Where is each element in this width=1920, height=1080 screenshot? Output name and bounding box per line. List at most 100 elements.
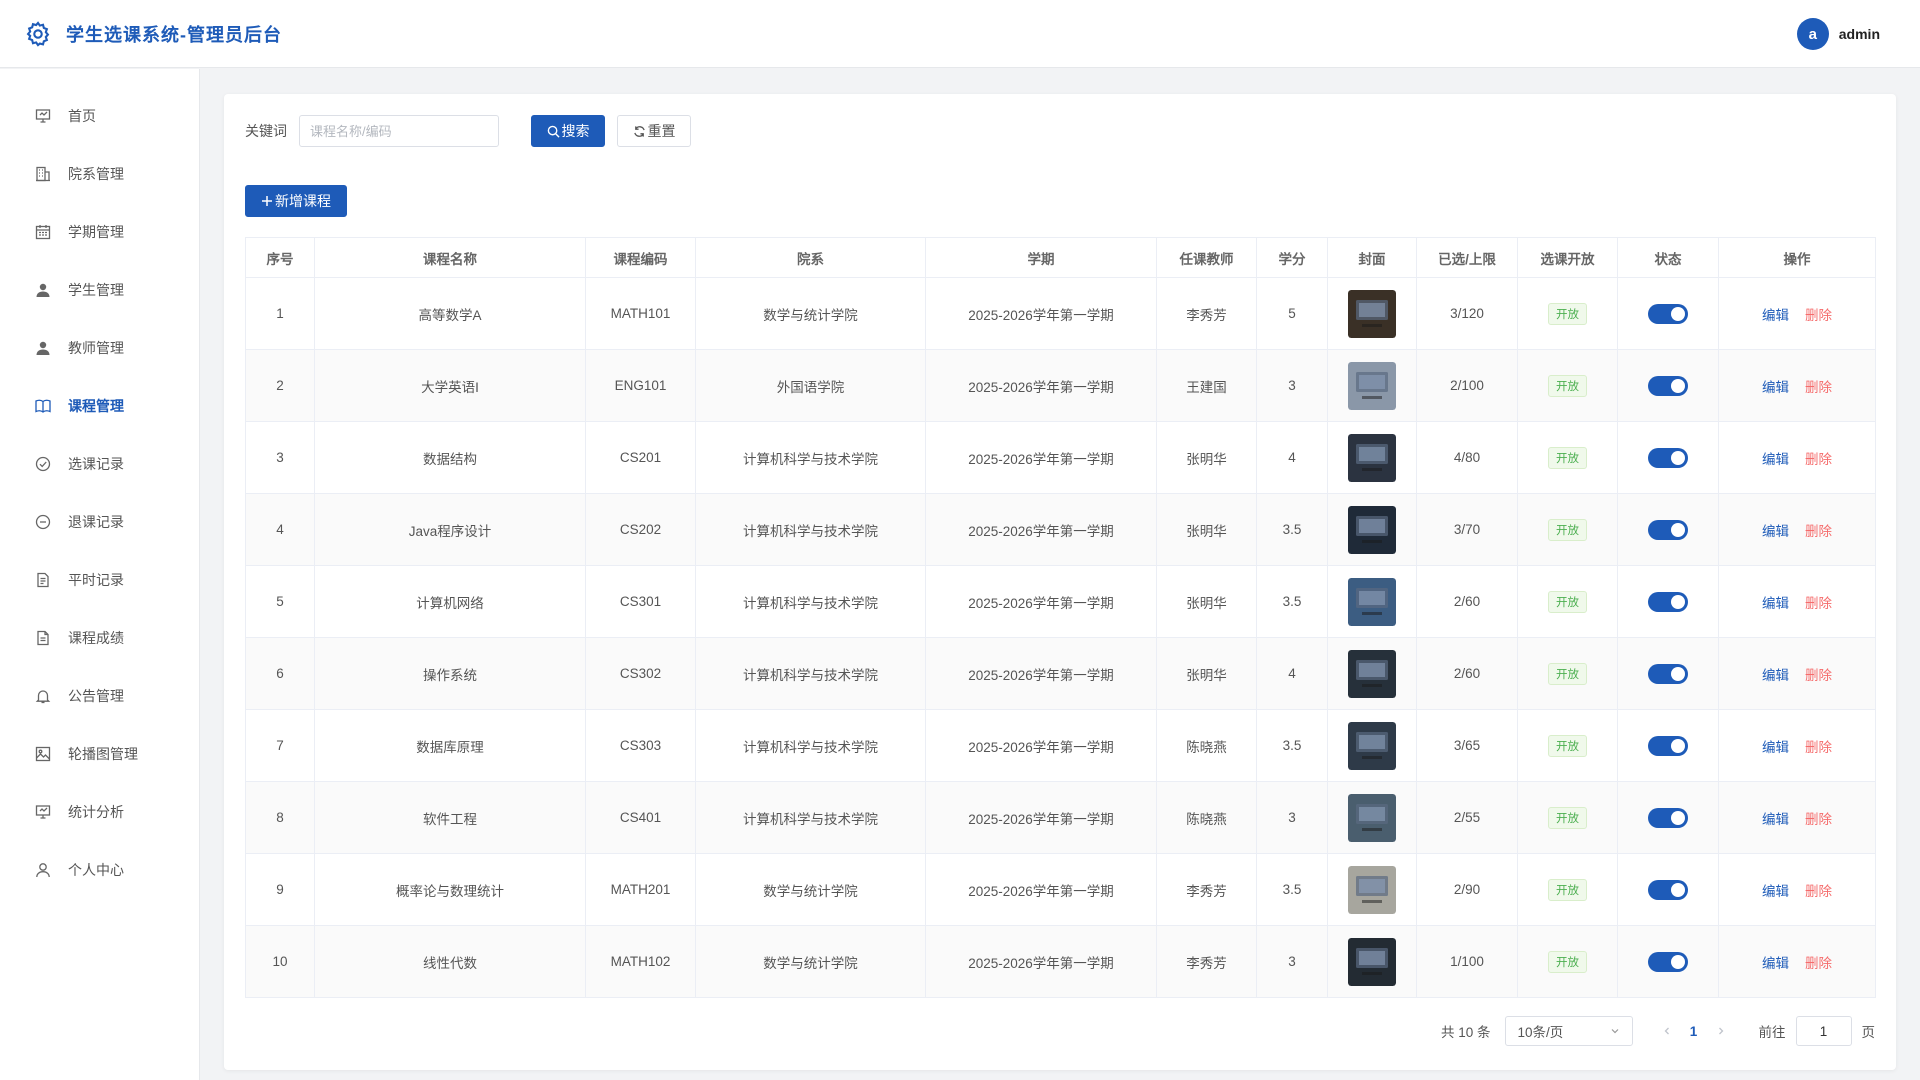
sidebar-item-students[interactable]: 学生管理 [0, 261, 199, 319]
course-cover-image[interactable] [1348, 793, 1396, 842]
book-icon [34, 397, 52, 415]
cell-teacher: 张明华 [1156, 565, 1257, 638]
cell-actions: 编辑 删除 [1718, 637, 1876, 710]
status-toggle[interactable] [1648, 303, 1688, 324]
cell-actions: 编辑 删除 [1718, 853, 1876, 926]
cell-open: 开放 [1517, 277, 1618, 350]
sidebar-item-home[interactable]: 首页 [0, 87, 199, 145]
sidebar-item-enrollments[interactable]: 选课记录 [0, 435, 199, 493]
course-cover-image[interactable] [1348, 721, 1396, 770]
open-tag: 开放 [1548, 878, 1587, 901]
sidebar-item-daily-records[interactable]: 平时记录 [0, 551, 199, 609]
delete-button[interactable]: 删除 [1805, 524, 1832, 539]
search-button[interactable]: 搜索 [531, 115, 605, 147]
cell-department: 计算机科学与技术学院 [695, 709, 926, 782]
cell-cover [1327, 709, 1417, 782]
table-row: 8 软件工程 CS401 计算机科学与技术学院 2025-2026学年第一学期 陈晓燕 3 2… [245, 781, 1876, 854]
status-toggle[interactable] [1648, 447, 1688, 468]
status-toggle[interactable] [1648, 663, 1688, 684]
delete-button[interactable]: 删除 [1805, 380, 1832, 395]
delete-button[interactable]: 删除 [1805, 884, 1832, 899]
add-course-button[interactable]: 新增课程 [245, 185, 347, 217]
status-toggle[interactable] [1648, 879, 1688, 900]
course-cover-image[interactable] [1348, 361, 1396, 410]
keyword-input[interactable] [299, 115, 499, 147]
course-cover-image[interactable] [1348, 937, 1396, 986]
top-header: 学生选课系统-管理员后台 a admin [0, 0, 1920, 68]
status-toggle[interactable] [1648, 735, 1688, 756]
column-header: 学分 [1256, 237, 1328, 278]
sidebar-item-courses[interactable]: 课程管理 [0, 377, 199, 435]
status-toggle[interactable] [1648, 519, 1688, 540]
cell-cover [1327, 421, 1417, 494]
avatar[interactable]: a [1796, 18, 1829, 50]
delete-button[interactable]: 删除 [1805, 308, 1832, 323]
user-menu[interactable]: a admin [1796, 18, 1880, 50]
table-header: 序号 课程名称 课程编码 院系 学期 任课教师 学分 封面 已选/上限 选课开放… [245, 237, 1876, 278]
sidebar-item-withdrawals[interactable]: 退课记录 [0, 493, 199, 551]
delete-button[interactable]: 删除 [1805, 740, 1832, 755]
edit-button[interactable]: 编辑 [1762, 452, 1789, 467]
course-cover-image[interactable] [1348, 577, 1396, 626]
status-toggle[interactable] [1648, 591, 1688, 612]
sidebar-item-grades[interactable]: 课程成绩 [0, 609, 199, 667]
edit-button[interactable]: 编辑 [1762, 524, 1789, 539]
delete-button[interactable]: 删除 [1805, 956, 1832, 971]
page-size-select[interactable]: 10条/页 [1504, 1016, 1633, 1046]
course-cover-image[interactable] [1348, 433, 1396, 482]
cell-no: 7 [245, 709, 315, 782]
cell-teacher: 张明华 [1156, 421, 1257, 494]
course-table: 序号 课程名称 课程编码 院系 学期 任课教师 学分 封面 已选/上限 选课开放… [245, 237, 1876, 998]
cell-cover [1327, 565, 1417, 638]
cell-credit: 3.5 [1256, 853, 1328, 926]
cell-department: 数学与统计学院 [695, 925, 926, 998]
delete-button[interactable]: 删除 [1805, 596, 1832, 611]
prev-page-button[interactable] [1655, 1024, 1679, 1039]
cell-cover [1327, 277, 1417, 350]
edit-button[interactable]: 编辑 [1762, 956, 1789, 971]
status-toggle[interactable] [1648, 375, 1688, 396]
sidebar-item-announcements[interactable]: 公告管理 [0, 667, 199, 725]
cell-course-name: Java程序设计 [314, 493, 586, 566]
sidebar-item-teachers[interactable]: 教师管理 [0, 319, 199, 377]
status-toggle[interactable] [1648, 951, 1688, 972]
cell-course-code: CS302 [585, 637, 696, 710]
cell-open: 开放 [1517, 925, 1618, 998]
delete-button[interactable]: 删除 [1805, 812, 1832, 827]
username[interactable]: admin [1839, 26, 1880, 42]
cell-department: 计算机科学与技术学院 [695, 637, 926, 710]
column-header: 操作 [1718, 237, 1876, 278]
course-cover-image[interactable] [1348, 505, 1396, 554]
sidebar-item-statistics[interactable]: 统计分析 [0, 783, 199, 841]
delete-button[interactable]: 删除 [1805, 668, 1832, 683]
edit-button[interactable]: 编辑 [1762, 596, 1789, 611]
sidebar-item-departments[interactable]: 院系管理 [0, 145, 199, 203]
sidebar-item-profile[interactable]: 个人中心 [0, 841, 199, 899]
cell-course-code: CS202 [585, 493, 696, 566]
edit-button[interactable]: 编辑 [1762, 668, 1789, 683]
edit-button[interactable]: 编辑 [1762, 308, 1789, 323]
column-header: 院系 [695, 237, 926, 278]
reset-button[interactable]: 重置 [617, 115, 691, 147]
open-tag: 开放 [1548, 590, 1587, 613]
page-number[interactable]: 1 [1679, 1024, 1709, 1039]
edit-button[interactable]: 编辑 [1762, 884, 1789, 899]
edit-button[interactable]: 编辑 [1762, 380, 1789, 395]
course-cover-image[interactable] [1348, 865, 1396, 914]
goto-page-input[interactable] [1795, 1016, 1852, 1046]
sidebar-item-carousel[interactable]: 轮播图管理 [0, 725, 199, 783]
sidebar-item-label: 轮播图管理 [68, 746, 138, 762]
delete-button[interactable]: 删除 [1805, 452, 1832, 467]
building-icon [34, 165, 52, 183]
course-cover-image[interactable] [1348, 289, 1396, 338]
sidebar-item-terms[interactable]: 学期管理 [0, 203, 199, 261]
edit-button[interactable]: 编辑 [1762, 740, 1789, 755]
cell-course-name: 线性代数 [314, 925, 586, 998]
next-page-button[interactable] [1709, 1024, 1733, 1039]
cell-enrolled: 4/80 [1416, 421, 1518, 494]
edit-button[interactable]: 编辑 [1762, 812, 1789, 827]
cell-term: 2025-2026学年第一学期 [925, 709, 1157, 782]
status-toggle[interactable] [1648, 807, 1688, 828]
course-cover-image[interactable] [1348, 649, 1396, 698]
open-tag: 开放 [1548, 518, 1587, 541]
